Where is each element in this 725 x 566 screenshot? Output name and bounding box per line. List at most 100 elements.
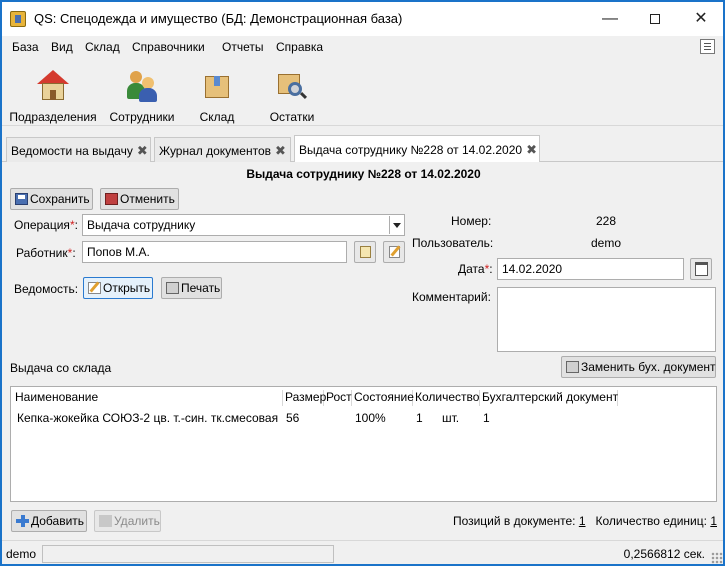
edit-icon <box>389 246 400 258</box>
maximize-button[interactable] <box>632 2 678 36</box>
number-value: 228 <box>596 214 617 228</box>
statement-label: Ведомость: <box>14 282 79 296</box>
units-label: Количество единиц: <box>595 514 707 528</box>
cell-unit: шт. <box>442 411 460 425</box>
units-value: 1 <box>710 514 717 528</box>
toolbar-departments-button[interactable]: Подразделения <box>8 66 98 126</box>
box-search-icon <box>276 70 308 102</box>
comment-textarea[interactable] <box>497 287 716 352</box>
menu-database[interactable]: База <box>12 40 39 54</box>
chevron-down-icon <box>389 216 403 234</box>
minus-icon <box>99 515 112 527</box>
positions-value: 1 <box>578 514 586 528</box>
printer-icon <box>166 282 179 294</box>
replace-accounting-doc-label: Заменить бух. документ <box>581 360 716 374</box>
document-totals: Позиций в документе: 1 Количество единиц… <box>453 514 717 528</box>
resize-grip-icon[interactable] <box>711 552 723 564</box>
status-user: demo <box>6 547 37 561</box>
replace-accounting-doc-button[interactable]: Заменить бух. документ <box>561 356 716 378</box>
users-icon <box>126 70 158 102</box>
toolbar-stock-button[interactable]: Остатки <box>247 66 337 126</box>
calendar-button[interactable] <box>690 258 712 280</box>
worker-edit-button[interactable] <box>383 241 405 263</box>
items-table[interactable]: Наименование Размер Рост Состояние Колич… <box>10 386 717 502</box>
menu-warehouse[interactable]: Склад <box>85 40 120 54</box>
toolbar-departments-label: Подразделения <box>9 110 97 124</box>
status-bar: demo 0,2566812 сек. <box>2 540 723 564</box>
close-button[interactable]: ✕ <box>678 2 723 36</box>
column-header-size[interactable]: Размер <box>283 390 326 406</box>
column-header-quantity[interactable]: Количество <box>413 390 480 406</box>
delete-button[interactable]: Удалить <box>94 510 161 532</box>
number-label: Номер: <box>451 214 492 228</box>
add-button[interactable]: Добавить <box>11 510 87 532</box>
worker-field[interactable]: Попов М.А. <box>82 241 347 263</box>
column-header-accounting-doc[interactable]: Бухгалтерский документ <box>480 390 618 406</box>
document-tabs: Ведомости на выдачу ✖ Журнал документов ✖ … <box>2 135 723 163</box>
date-field[interactable]: 14.02.2020 <box>497 258 684 280</box>
comment-label: Комментарий: <box>412 290 491 304</box>
add-label: Добавить <box>31 514 85 528</box>
house-icon <box>37 70 69 102</box>
worker-label: Работник*: <box>16 246 76 260</box>
status-message <box>42 545 334 563</box>
main-toolbar: Подразделения Сотрудники Склад Остатки <box>2 60 723 126</box>
tab-statements[interactable]: Ведомости на выдачу ✖ <box>6 137 151 162</box>
tab-issue-document-label: Выдача сотруднику №228 от 14.02.2020 <box>299 143 523 157</box>
worker-value: Попов М.А. <box>87 245 150 259</box>
items-section-title: Выдача со склада <box>10 361 112 375</box>
tab-statements-label: Ведомости на выдачу <box>11 144 133 158</box>
minimize-button[interactable]: — <box>587 2 633 36</box>
print-label: Печать <box>181 281 221 295</box>
save-icon <box>15 193 28 205</box>
main-window: QS: Спецодежда и имущество (БД: Демонстр… <box>1 1 724 565</box>
user-value: demo <box>591 236 622 250</box>
column-header-name[interactable]: Наименование <box>13 390 283 406</box>
cancel-icon <box>105 193 118 205</box>
window-title: QS: Спецодежда и имущество (БД: Демонстр… <box>34 11 403 26</box>
menu-references[interactable]: Справочники <box>132 40 205 54</box>
cancel-button[interactable]: Отменить <box>100 188 179 210</box>
user-label: Пользователь: <box>412 236 494 250</box>
menu-bar: База Вид Склад Справочники Отчеты Справк… <box>2 36 723 58</box>
operation-label: Операция*: <box>14 218 78 232</box>
operation-select[interactable]: Выдача сотруднику <box>82 214 405 236</box>
cell-quantity: 1 <box>416 411 423 425</box>
document-icon <box>566 361 579 373</box>
box-icon <box>201 70 233 102</box>
toolbar-stock-label: Остатки <box>269 110 315 124</box>
close-icon[interactable]: ✖ <box>275 138 287 163</box>
tab-journal[interactable]: Журнал документов ✖ <box>154 137 291 162</box>
open-label: Открыть <box>103 281 151 295</box>
delete-label: Удалить <box>114 514 160 528</box>
cell-accounting-doc: 1 <box>483 411 490 425</box>
menu-view[interactable]: Вид <box>51 40 73 54</box>
title-bar: QS: Спецодежда и имущество (БД: Демонстр… <box>2 2 723 36</box>
cell-name: Кепка-жокейка СОЮЗ-2 цв. т.-син. тк.смес… <box>17 411 279 425</box>
tab-issue-document[interactable]: Выдача сотруднику №228 от 14.02.2020 ✖ <box>294 135 540 163</box>
document-form: Выдача сотруднику №228 от 14.02.2020 Сох… <box>2 162 723 536</box>
open-statement-button[interactable]: Открыть <box>83 277 153 299</box>
menu-reports[interactable]: Отчеты <box>222 40 263 54</box>
operation-value: Выдача сотруднику <box>87 218 196 232</box>
folder-icon <box>360 246 371 258</box>
cancel-label: Отменить <box>120 192 175 206</box>
date-value: 14.02.2020 <box>502 262 563 276</box>
print-button[interactable]: Печать <box>161 277 222 299</box>
app-icon <box>10 11 26 27</box>
menu-help[interactable]: Справка <box>276 40 323 54</box>
status-elapsed-time: 0,2566812 сек. <box>623 547 705 561</box>
close-icon[interactable]: ✖ <box>526 136 538 163</box>
cell-condition: 100% <box>355 411 386 425</box>
maximize-icon <box>650 13 660 24</box>
column-header-condition[interactable]: Состояние <box>352 390 414 406</box>
worker-select-button[interactable] <box>354 241 376 263</box>
cell-size: 56 <box>286 411 300 425</box>
calendar-icon <box>695 262 708 276</box>
save-button[interactable]: Сохранить <box>10 188 93 210</box>
menu-list-icon[interactable] <box>700 39 715 54</box>
column-header-height[interactable]: Рост <box>324 390 352 406</box>
document-heading: Выдача сотруднику №228 от 14.02.2020 <box>246 167 481 181</box>
save-label: Сохранить <box>30 192 90 206</box>
close-icon[interactable]: ✖ <box>137 138 149 163</box>
